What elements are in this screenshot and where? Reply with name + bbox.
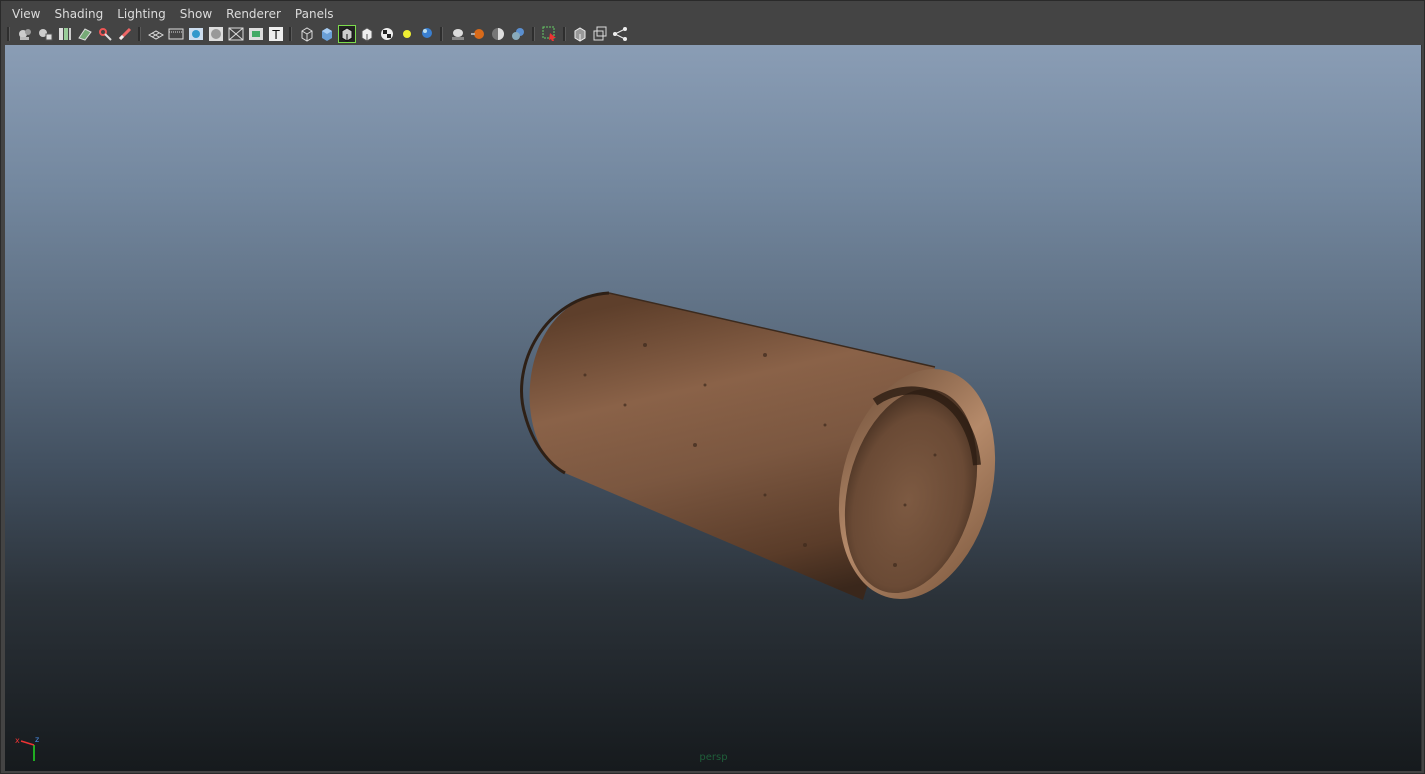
svg-text:T: T xyxy=(271,28,280,42)
panel-menu-bar: View Shading Lighting Show Renderer Pane… xyxy=(5,5,1422,24)
toolbar-divider xyxy=(7,27,10,41)
image-plane-icon[interactable] xyxy=(77,26,93,42)
select-camera-icon[interactable] xyxy=(17,26,33,42)
2d-pan-zoom-icon[interactable] xyxy=(97,26,113,42)
menu-lighting[interactable]: Lighting xyxy=(110,5,173,24)
xray-icon[interactable] xyxy=(572,26,588,42)
shadows-icon[interactable] xyxy=(419,26,435,42)
screen-space-ao-icon[interactable] xyxy=(450,26,466,42)
menu-view[interactable]: View xyxy=(5,5,47,24)
toolbar-divider xyxy=(289,27,292,41)
lock-camera-icon[interactable] xyxy=(37,26,53,42)
grease-pencil-icon[interactable] xyxy=(117,26,133,42)
depth-of-field-icon[interactable] xyxy=(510,26,526,42)
safe-action-icon[interactable] xyxy=(248,26,264,42)
camera-label: persp xyxy=(699,752,728,763)
default-material-icon[interactable] xyxy=(359,26,375,42)
isolate-select-icon[interactable] xyxy=(542,26,558,42)
film-gate-icon[interactable] xyxy=(168,26,184,42)
menu-panels[interactable]: Panels xyxy=(288,5,341,24)
wireframe-icon[interactable] xyxy=(299,26,315,42)
gate-mask-icon[interactable] xyxy=(208,26,224,42)
axis-x-label: x xyxy=(15,736,20,745)
use-all-lights-icon[interactable] xyxy=(399,26,415,42)
menu-shading[interactable]: Shading xyxy=(47,5,110,24)
field-chart-icon[interactable] xyxy=(228,26,244,42)
grid-icon[interactable] xyxy=(148,26,164,42)
pipe-mesh[interactable] xyxy=(5,45,1422,771)
xray-joints-icon[interactable] xyxy=(612,26,628,42)
textured-icon[interactable] xyxy=(379,26,395,42)
menu-show[interactable]: Show xyxy=(173,5,219,24)
menu-renderer[interactable]: Renderer xyxy=(219,5,288,24)
toolbar-divider xyxy=(532,27,535,41)
toolbar-divider xyxy=(138,27,141,41)
anti-aliasing-icon[interactable] xyxy=(490,26,506,42)
panel-toolbar: T xyxy=(5,24,1422,45)
toolbar-divider xyxy=(440,27,443,41)
axis-z-label: z xyxy=(35,735,39,744)
resolution-gate-icon[interactable] xyxy=(188,26,204,42)
perspective-viewport[interactable]: x z persp xyxy=(5,45,1422,771)
safe-title-icon[interactable]: T xyxy=(268,26,284,42)
wireframe-on-shaded-icon[interactable] xyxy=(338,25,356,43)
bookmarks-icon[interactable] xyxy=(57,26,73,42)
smooth-shade-icon[interactable] xyxy=(319,26,335,42)
xray-active-components-icon[interactable] xyxy=(592,26,608,42)
motion-blur-icon[interactable] xyxy=(470,26,486,42)
viewport-panel: View Shading Lighting Show Renderer Pane… xyxy=(0,0,1425,774)
toolbar-divider xyxy=(563,27,566,41)
